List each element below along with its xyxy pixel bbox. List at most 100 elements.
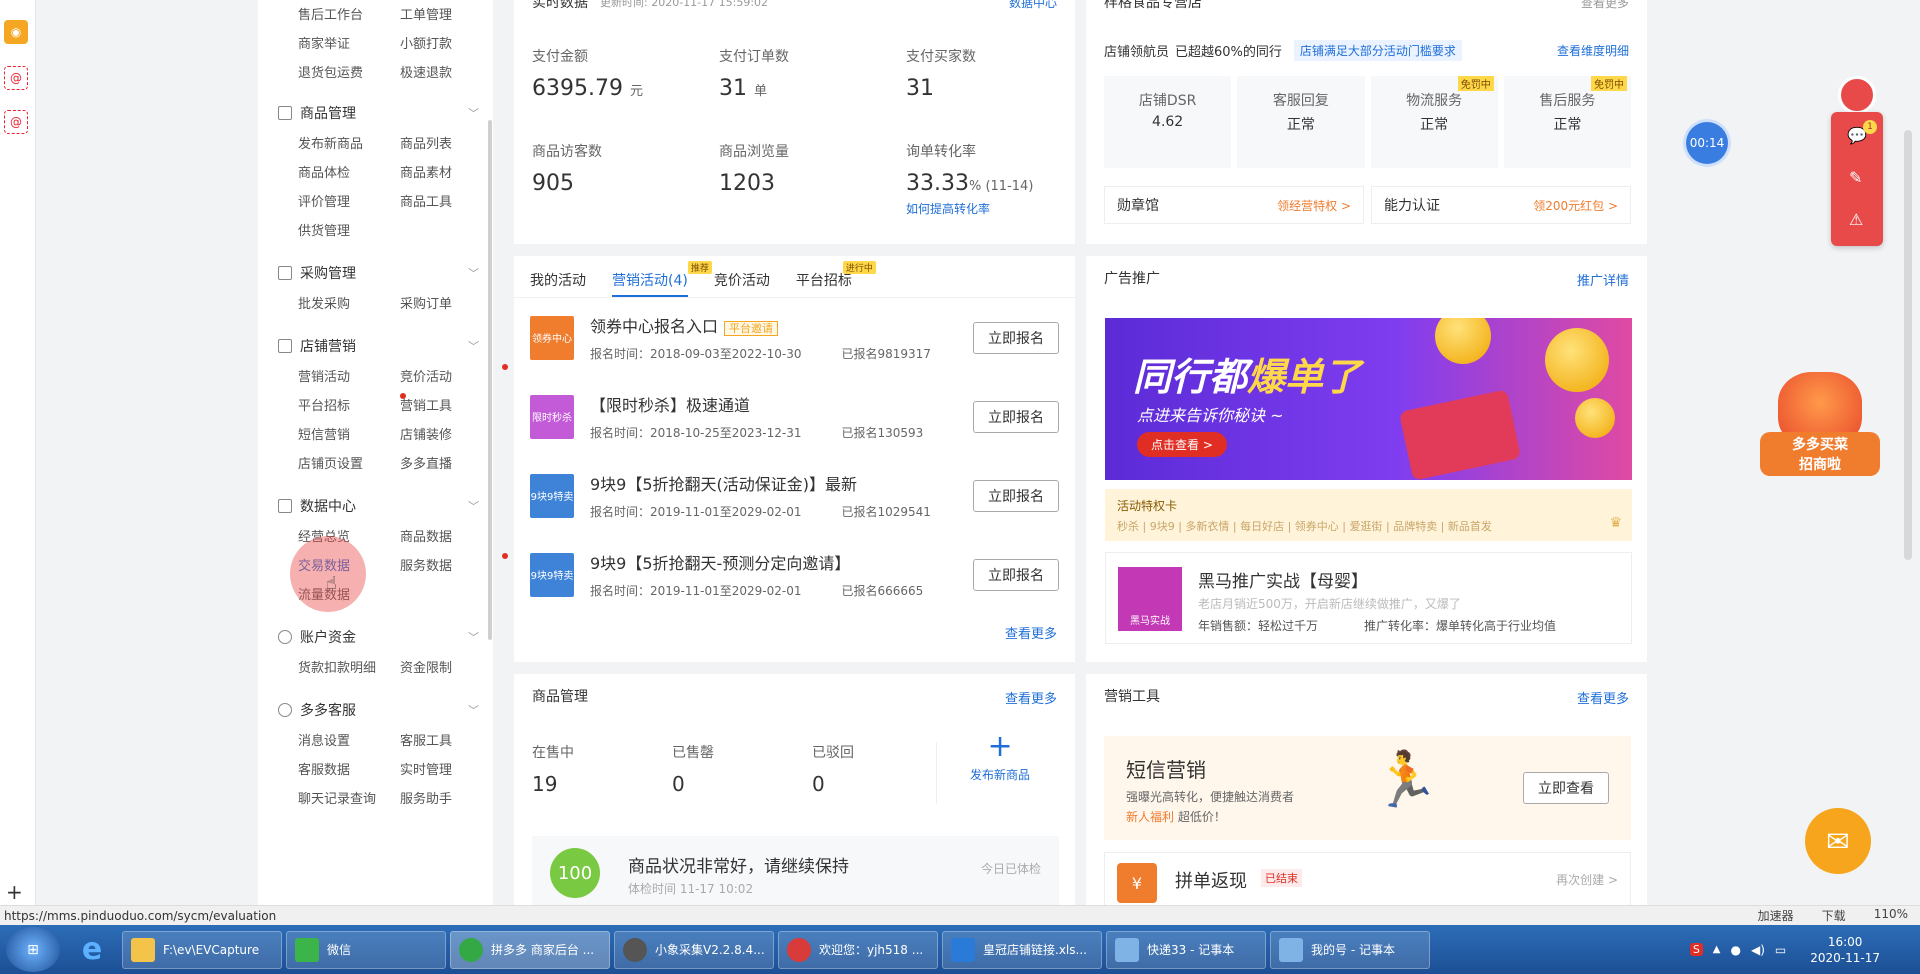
sidebar-item[interactable]: 商品数据 bbox=[400, 526, 502, 545]
sidebar-item[interactable]: 消息设置 bbox=[298, 730, 400, 749]
sidebar-item[interactable]: 采购订单 bbox=[400, 293, 502, 312]
timer-badge[interactable]: 00:14 bbox=[1686, 122, 1728, 164]
signup-button[interactable]: 立即报名 bbox=[973, 321, 1059, 354]
cert-link[interactable]: 领200元红包 > bbox=[1533, 197, 1618, 214]
sogou-icon[interactable]: S bbox=[1689, 943, 1703, 956]
tab-my-activity[interactable]: 我的活动 bbox=[530, 270, 586, 297]
network-icon[interactable]: ▭ bbox=[1775, 943, 1786, 957]
start-button[interactable]: ⊞ bbox=[6, 927, 60, 972]
sidebar-section-header[interactable]: 采购管理 ﹀ bbox=[278, 259, 493, 287]
chevron-down-icon[interactable]: ﹀ bbox=[468, 338, 479, 354]
sidebar-item[interactable]: 店铺装修 bbox=[400, 424, 502, 443]
sidebar-item[interactable]: 极速退款 bbox=[400, 62, 502, 81]
clock[interactable]: 16:00 2020-11-17 bbox=[1810, 934, 1880, 966]
medal-link[interactable]: 领经营特权 > bbox=[1277, 197, 1351, 214]
grocery-ad[interactable]: 多多买菜 招商啦 bbox=[1760, 372, 1880, 476]
ads-detail-link[interactable]: 推广详情 bbox=[1577, 270, 1629, 289]
view-now-button[interactable]: 立即查看 bbox=[1523, 772, 1609, 804]
data-center-link[interactable]: 数据中心 bbox=[1009, 0, 1057, 11]
sidebar-item[interactable]: 评价管理 bbox=[298, 191, 400, 210]
activities-more-link[interactable]: 查看更多 bbox=[1005, 623, 1057, 642]
sidebar-item[interactable]: 聊天记录查询 bbox=[298, 788, 400, 807]
zoom-level[interactable]: 110% bbox=[1874, 907, 1908, 924]
signup-button[interactable]: 立即报名 bbox=[973, 400, 1059, 433]
goods-stat-soldout[interactable]: 已售罄 0 bbox=[672, 742, 714, 796]
mail-icon[interactable]: ✉ bbox=[1805, 808, 1871, 874]
sidebar-section-header[interactable]: 店铺营销 ﹀ bbox=[278, 332, 493, 360]
cert-row[interactable]: 能力认证 领200元红包 > bbox=[1371, 186, 1631, 224]
weibo-icon[interactable]: ◉ bbox=[4, 20, 28, 44]
sidebar-item[interactable]: 售后工作台 bbox=[298, 4, 400, 23]
signup-button[interactable]: 立即报名 bbox=[973, 558, 1059, 591]
warning-icon[interactable]: ⚠ bbox=[1849, 210, 1863, 229]
sidebar-section-header[interactable]: 账户资金 ﹀ bbox=[278, 623, 493, 651]
taskbar-item[interactable]: 欢迎您：yjh518 ... bbox=[778, 930, 938, 969]
sidebar-section-header[interactable]: 商品管理 ﹀ bbox=[278, 99, 493, 127]
publish-goods-button[interactable]: + 发布新商品 bbox=[970, 732, 1030, 783]
tools-more-link[interactable]: 查看更多 bbox=[1577, 688, 1629, 707]
sidebar-item[interactable]: 营销活动 bbox=[298, 366, 400, 385]
edit-icon[interactable]: ✎ bbox=[1849, 168, 1862, 187]
taskbar-item[interactable]: 皇冠店铺链接.xls... bbox=[942, 930, 1102, 969]
chevron-down-icon[interactable]: ﹀ bbox=[468, 498, 479, 514]
sidebar-section-header[interactable]: 多多客服 ﹀ bbox=[278, 696, 493, 724]
sidebar-item[interactable]: 服务数据 bbox=[400, 553, 508, 574]
goods-stat-onsale[interactable]: 在售中 19 bbox=[532, 742, 574, 796]
download-label[interactable]: 下载 bbox=[1822, 907, 1846, 924]
sidebar-item[interactable]: 小额打款 bbox=[400, 33, 502, 52]
activity-title[interactable]: 9块9【5折抢翻天-预测分定向邀请】 bbox=[590, 554, 850, 573]
sidebar-item[interactable]: 供货管理 bbox=[298, 220, 400, 239]
right-scrollbar[interactable] bbox=[1904, 130, 1912, 560]
sidebar-item[interactable]: 客服工具 bbox=[400, 730, 502, 749]
sidebar-item[interactable]: 资金限制 bbox=[400, 657, 502, 676]
recreate-link[interactable]: 再次创建 > bbox=[1556, 871, 1618, 888]
sidebar-item[interactable]: 退货包运费 bbox=[298, 62, 400, 81]
sidebar-item[interactable]: 店铺页设置 bbox=[298, 453, 400, 472]
banner-view-button[interactable]: 点击查看 > bbox=[1137, 432, 1227, 457]
signup-button[interactable]: 立即报名 bbox=[973, 479, 1059, 512]
sidebar-item[interactable]: 商品列表 bbox=[400, 133, 502, 152]
sidebar-item[interactable]: 平台招标 bbox=[298, 393, 406, 414]
qq-icon[interactable]: ● bbox=[1731, 943, 1741, 957]
sidebar-item[interactable]: 发布新商品 bbox=[298, 133, 400, 152]
taskbar-item[interactable]: 快递33 - 记事本 bbox=[1106, 930, 1266, 969]
taskbar-item[interactable]: 拼多多 商家后台 ... bbox=[450, 930, 610, 969]
sidebar-item[interactable]: 客服数据 bbox=[298, 759, 400, 778]
ad-banner[interactable]: 同行都爆单了 点进来告诉你秘诀 ~ 点击查看 > bbox=[1105, 318, 1632, 480]
privilege-card[interactable]: 活动特权卡 秒杀 | 9块9 | 多新衣情 | 每日好店 | 领券中心 | 爱逛… bbox=[1105, 489, 1632, 541]
cashback-row[interactable]: ¥ 拼单返现 已结束 再次创建 > bbox=[1104, 852, 1631, 905]
taskbar-item[interactable]: F:\ev\EVCapture bbox=[122, 930, 282, 969]
accelerator-label[interactable]: 加速器 bbox=[1758, 907, 1794, 924]
at-icon[interactable]: @ bbox=[4, 66, 28, 90]
activity-title[interactable]: 9块9【5折抢翻天(活动保证金)】最新 bbox=[590, 475, 857, 494]
improve-conversion-link[interactable]: 如何提高转化率 bbox=[906, 200, 1033, 217]
goods-stat-rejected[interactable]: 已驳回 0 bbox=[812, 742, 854, 796]
chevron-down-icon[interactable]: ﹀ bbox=[468, 629, 479, 645]
sidebar-item[interactable]: 营销工具 bbox=[400, 395, 502, 414]
sidebar-item[interactable]: 商品工具 bbox=[400, 191, 502, 210]
sidebar-item[interactable]: 竞价活动 bbox=[400, 364, 508, 385]
sidebar-item[interactable]: 货款扣款明细 bbox=[298, 657, 400, 676]
sidebar-item[interactable]: 服务助手 bbox=[400, 788, 502, 807]
promo-item[interactable]: 黑马实战 黑马推广实战【母婴】 老店月销近500万，开启新店继续做推广，又爆了 … bbox=[1105, 552, 1632, 644]
sidebar-item[interactable]: 商家举证 bbox=[298, 33, 400, 52]
zoom-icon[interactable]: + bbox=[6, 880, 23, 904]
sidebar-section-header[interactable]: 数据中心 ﹀ bbox=[278, 492, 493, 520]
sidebar-scrollbar[interactable] bbox=[488, 120, 492, 640]
tab-marketing-activity[interactable]: 营销活动(4) 推荐 bbox=[612, 261, 712, 297]
sidebar-item[interactable]: 商品体检 bbox=[298, 162, 400, 181]
tab-platform-bid[interactable]: 平台招标 进行中 bbox=[796, 261, 876, 297]
at-icon-2[interactable]: @ bbox=[4, 110, 28, 134]
sidebar-item[interactable]: 短信营销 bbox=[298, 424, 400, 443]
sidebar-item[interactable]: 工单管理 bbox=[400, 4, 502, 23]
chevron-down-icon[interactable]: ﹀ bbox=[468, 105, 479, 121]
medal-row[interactable]: 勋章馆 领经营特权 > bbox=[1104, 186, 1364, 224]
shop-more-link[interactable]: 查看更多 bbox=[1581, 0, 1629, 11]
sidebar-item[interactable]: 实时管理 bbox=[400, 759, 502, 778]
dimension-detail-link[interactable]: 查看维度明细 bbox=[1557, 42, 1629, 59]
taskbar-item[interactable]: 微信 bbox=[286, 930, 446, 969]
volume-icon[interactable]: ◀) bbox=[1751, 943, 1765, 957]
taskbar-item[interactable]: 我的号 - 记事本 bbox=[1270, 930, 1430, 969]
goods-more-link[interactable]: 查看更多 bbox=[1005, 688, 1057, 707]
chevron-down-icon[interactable]: ﹀ bbox=[468, 702, 479, 718]
